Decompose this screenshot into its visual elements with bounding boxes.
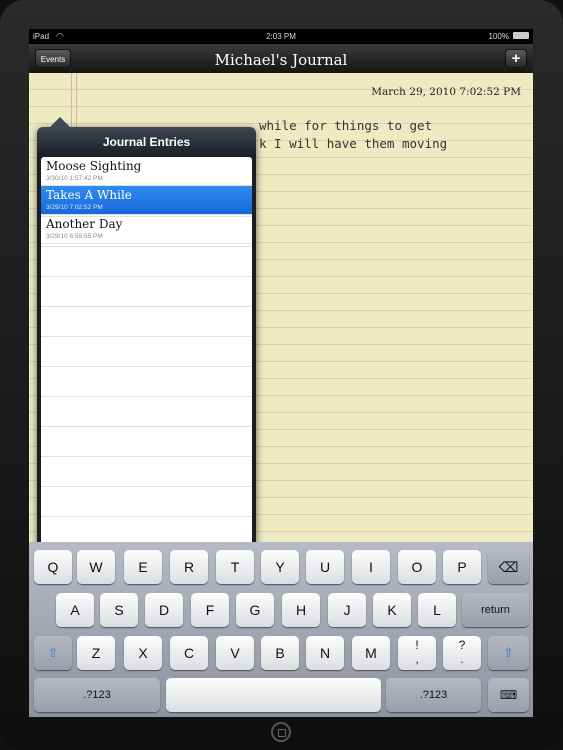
on-screen-keyboard: Q W E R T Y U I O P ⌫ A S D F G H J K L … [29, 542, 533, 717]
key-q[interactable]: Q [34, 550, 72, 584]
key-z[interactable]: Z [77, 636, 115, 670]
shift-icon: ⇧ [503, 645, 514, 660]
entry-text-line: while for things to get [259, 118, 433, 133]
numbers-key-left[interactable]: .?123 [34, 678, 160, 712]
key-question-period[interactable]: ? . [443, 636, 481, 670]
entry-title: Takes A While [46, 188, 132, 202]
key-g[interactable]: G [236, 593, 274, 627]
return-key[interactable]: return [462, 593, 529, 627]
key-c[interactable]: C [170, 636, 208, 670]
entry-title: Another Day [46, 217, 123, 231]
add-entry-button[interactable]: + [505, 49, 527, 68]
key-top-symbol: ! [415, 638, 419, 652]
key-e[interactable]: E [124, 550, 162, 584]
navigation-bar: Events Michael's Journal + [29, 44, 533, 74]
key-u[interactable]: U [306, 550, 344, 584]
shift-icon: ⇧ [47, 645, 59, 660]
space-bar[interactable] [166, 678, 381, 712]
key-bottom-symbol: . [460, 652, 464, 666]
entry-timestamp: 3/30/10 1:57:42 PM [46, 175, 103, 182]
status-bar: iPad ◠ 2:03 PM 100% [29, 29, 533, 44]
key-i[interactable]: I [352, 550, 390, 584]
shift-key-left[interactable]: ⇧ [34, 636, 72, 670]
backspace-key[interactable]: ⌫ [488, 550, 529, 584]
key-o[interactable]: O [398, 550, 436, 584]
key-f[interactable]: F [191, 593, 229, 627]
backspace-icon: ⌫ [498, 559, 519, 575]
entry-timestamp: 3/29/10 7:02:52 PM [46, 204, 103, 211]
key-w[interactable]: W [77, 550, 115, 584]
journal-notepad[interactable]: March 29, 2010 7:02:52 PM while for thin… [29, 73, 533, 565]
entry-date: March 29, 2010 7:02:52 PM [371, 86, 521, 98]
shift-key-right[interactable]: ⇧ [488, 636, 529, 670]
key-a[interactable]: A [56, 593, 94, 627]
popover-title: Journal Entries [102, 135, 191, 149]
key-p[interactable]: P [443, 550, 481, 584]
key-t[interactable]: T [216, 550, 254, 584]
key-b[interactable]: B [261, 636, 299, 670]
popover-arrow [49, 117, 71, 128]
key-l[interactable]: L [418, 593, 456, 627]
entry-title: Moose Sighting [46, 159, 142, 173]
key-h[interactable]: H [282, 593, 320, 627]
key-top-symbol: ? [458, 638, 466, 652]
key-d[interactable]: D [145, 593, 183, 627]
battery-icon [513, 32, 529, 39]
key-x[interactable]: X [124, 636, 162, 670]
key-bottom-symbol: , [415, 652, 419, 666]
status-time: 2:03 PM [266, 32, 296, 41]
entry-text-line: k I will have them moving [259, 136, 448, 151]
hide-keyboard-key[interactable]: ⌨ [488, 678, 529, 712]
key-exclaim-comma[interactable]: ! , [398, 636, 436, 670]
screen: iPad ◠ 2:03 PM 100% Events Michael's Jou… [29, 29, 533, 717]
key-m[interactable]: M [352, 636, 390, 670]
list-item-selected[interactable]: Takes A While 3/29/10 7:02:52 PM [41, 186, 252, 215]
list-item[interactable]: Another Day 3/29/10 6:59:55 PM [41, 215, 252, 244]
keyboard-hide-icon: ⌨ [499, 688, 518, 702]
key-k[interactable]: K [373, 593, 411, 627]
key-y[interactable]: Y [261, 550, 299, 584]
entry-text[interactable]: while for things to get k I will have th… [259, 117, 527, 153]
page-title: Michael's Journal [214, 51, 348, 69]
key-n[interactable]: N [306, 636, 344, 670]
key-s[interactable]: S [100, 593, 138, 627]
key-j[interactable]: J [328, 593, 366, 627]
key-r[interactable]: R [170, 550, 208, 584]
journal-entries-list[interactable]: Moose Sighting 3/30/10 1:57:42 PM Takes … [41, 157, 252, 561]
key-v[interactable]: V [216, 636, 254, 670]
battery-percent: 100% [488, 32, 509, 41]
entry-timestamp: 3/29/10 6:59:55 PM [46, 233, 103, 240]
journal-entries-popover: Journal Entries Moose Sighting 3/30/10 1… [37, 117, 256, 565]
numbers-key-right[interactable]: .?123 [386, 678, 481, 712]
home-button[interactable] [271, 722, 291, 742]
list-item[interactable]: Moose Sighting 3/30/10 1:57:42 PM [41, 157, 252, 186]
